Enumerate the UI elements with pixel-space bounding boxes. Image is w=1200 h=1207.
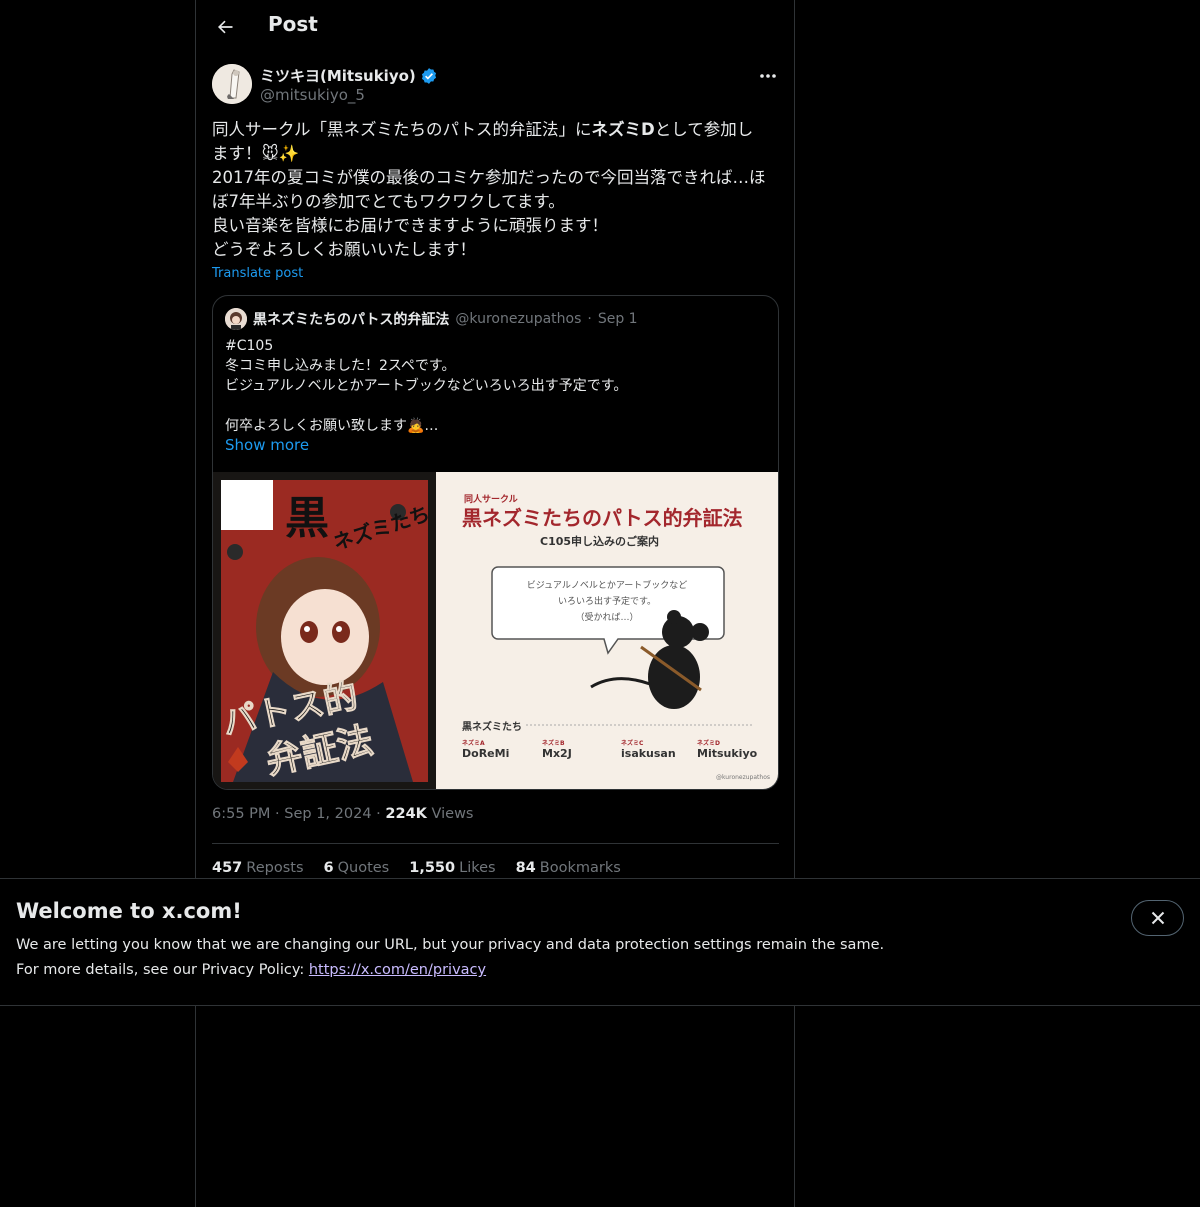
quoted-avatar[interactable] — [225, 308, 247, 330]
announcement-image[interactable]: 同人サークル 黒ネズミたちのパトス的弁証法 C105申し込みのご案内 ビジュアル… — [436, 472, 778, 789]
post-text-line: 良い音楽を皆様にお届けできますように頑張ります！ — [212, 216, 608, 235]
post-text: 同人サークル「黒ネズミたちのパトス的弁証法」にネズミDとして参加し ます！🐭✨ … — [212, 118, 782, 262]
banner-message: We are letting you know that we are chan… — [16, 937, 885, 953]
verified-badge-icon — [421, 67, 436, 84]
arrow-left-icon — [218, 20, 233, 34]
quotes-stat[interactable]: 6 Quotes — [324, 860, 390, 876]
close-banner-button[interactable] — [1131, 900, 1184, 936]
display-name[interactable]: ミツキヨ(Mitsukiyo) — [260, 65, 438, 86]
image-credit: @kuronezupathos — [716, 774, 770, 781]
page-title: Post — [268, 12, 318, 36]
post-date[interactable]: Sep 1, 2024 — [284, 806, 371, 822]
post-text-line: ぼ7年半ぶりの参加でとてもワクワクしてます。 — [212, 192, 565, 211]
quoted-post-header: 黒ネズミたちのパトス的弁証法 @kuronezupathos · Sep 1 — [225, 308, 638, 330]
members-label: 黒ネズミたち — [462, 718, 526, 733]
banner-title: Welcome to x.com! — [16, 899, 242, 923]
translate-post-link[interactable]: Translate post — [212, 266, 303, 281]
member-b: ネズミB Mx2J — [542, 740, 572, 760]
quoted-date: Sep 1 — [597, 311, 638, 327]
divider — [212, 843, 779, 844]
post-author: ミツキヨ(Mitsukiyo) @mitsukiyo_5 — [212, 64, 780, 108]
quoted-post[interactable]: 黒ネズミたちのパトス的弁証法 @kuronezupathos · Sep 1 #… — [212, 295, 779, 790]
display-name-text: ミツキヨ(Mitsukiyo) — [260, 67, 416, 85]
views-label: Views — [431, 806, 474, 822]
post-text-line: ます！🐭✨ — [212, 144, 300, 163]
cover-title-top: 黒 — [285, 493, 329, 544]
member-d: ネズミD Mitsukiyo — [697, 740, 758, 760]
avatar[interactable] — [212, 64, 252, 104]
post-meta: 6:55 PM · Sep 1, 2024 · 224K Views — [212, 806, 473, 822]
top-bar: Post — [196, 0, 794, 54]
avatar-illustration — [212, 64, 252, 104]
separator-dot: · — [376, 806, 381, 822]
bookmarks-stat[interactable]: 84 Bookmarks — [516, 860, 621, 876]
announce-bubble: ビジュアルノベルとかアートブックなど いろいろ出す予定です。 （受かれば…） — [526, 581, 688, 623]
close-icon — [1151, 911, 1164, 925]
manga-cover-image[interactable]: 黒 ネズミたち パトス的 弁証法 — [213, 472, 436, 789]
reposts-stat[interactable]: 457 Reposts — [212, 860, 304, 876]
likes-stat[interactable]: 1,550 Likes — [409, 860, 495, 876]
post-text-line: 同人サークル「黒ネズミたちのパトス的弁証法」にネズミDとして参加し — [212, 120, 754, 139]
member-c: ネズミC isakusan — [621, 740, 676, 760]
back-button[interactable] — [210, 12, 240, 42]
welcome-banner: Welcome to x.com! We are letting you kno… — [0, 878, 1200, 1006]
quoted-handle: @kuronezupathos — [455, 311, 582, 327]
post-time[interactable]: 6:55 PM — [212, 806, 270, 822]
more-button[interactable] — [756, 66, 780, 86]
privacy-policy-link[interactable]: https://x.com/en/privacy — [309, 962, 486, 978]
quoted-display-name: 黒ネズミたちのパトス的弁証法 — [253, 312, 450, 328]
post-text-line: どうぞよろしくお願いいたします！ — [212, 240, 476, 259]
views-count: 224K — [385, 806, 427, 822]
separator-dot: · — [587, 311, 592, 327]
post-column: Post ミツキヨ(Mitsukiyo) @mitsukiyo_5 同人サークル… — [195, 0, 795, 1207]
show-more-link[interactable]: Show more — [225, 436, 309, 454]
member-a: ネズミA DoReMi — [462, 740, 510, 760]
separator-dot: · — [275, 806, 280, 822]
banner-privacy-line: For more details, see our Privacy Policy… — [16, 962, 487, 978]
handle[interactable]: @mitsukiyo_5 — [260, 86, 365, 104]
quoted-text: #C105 冬コミ申し込みました！2スペです。 ビジュアルノベルとかアートブック… — [225, 338, 628, 434]
post-stats: 457 Reposts 6 Quotes 1,550 Likes 84 Bookmark… — [212, 860, 621, 876]
quoted-media: 黒 ネズミたち パトス的 弁証法 同人サークル 黒ネズミたちのパトス的弁証法 C… — [213, 472, 778, 789]
post-text-line: 2017年の夏コミが僕の最後のコミケ参加だったので今回当落できれば…ほ — [212, 168, 766, 187]
more-horizontal-icon — [760, 74, 776, 78]
